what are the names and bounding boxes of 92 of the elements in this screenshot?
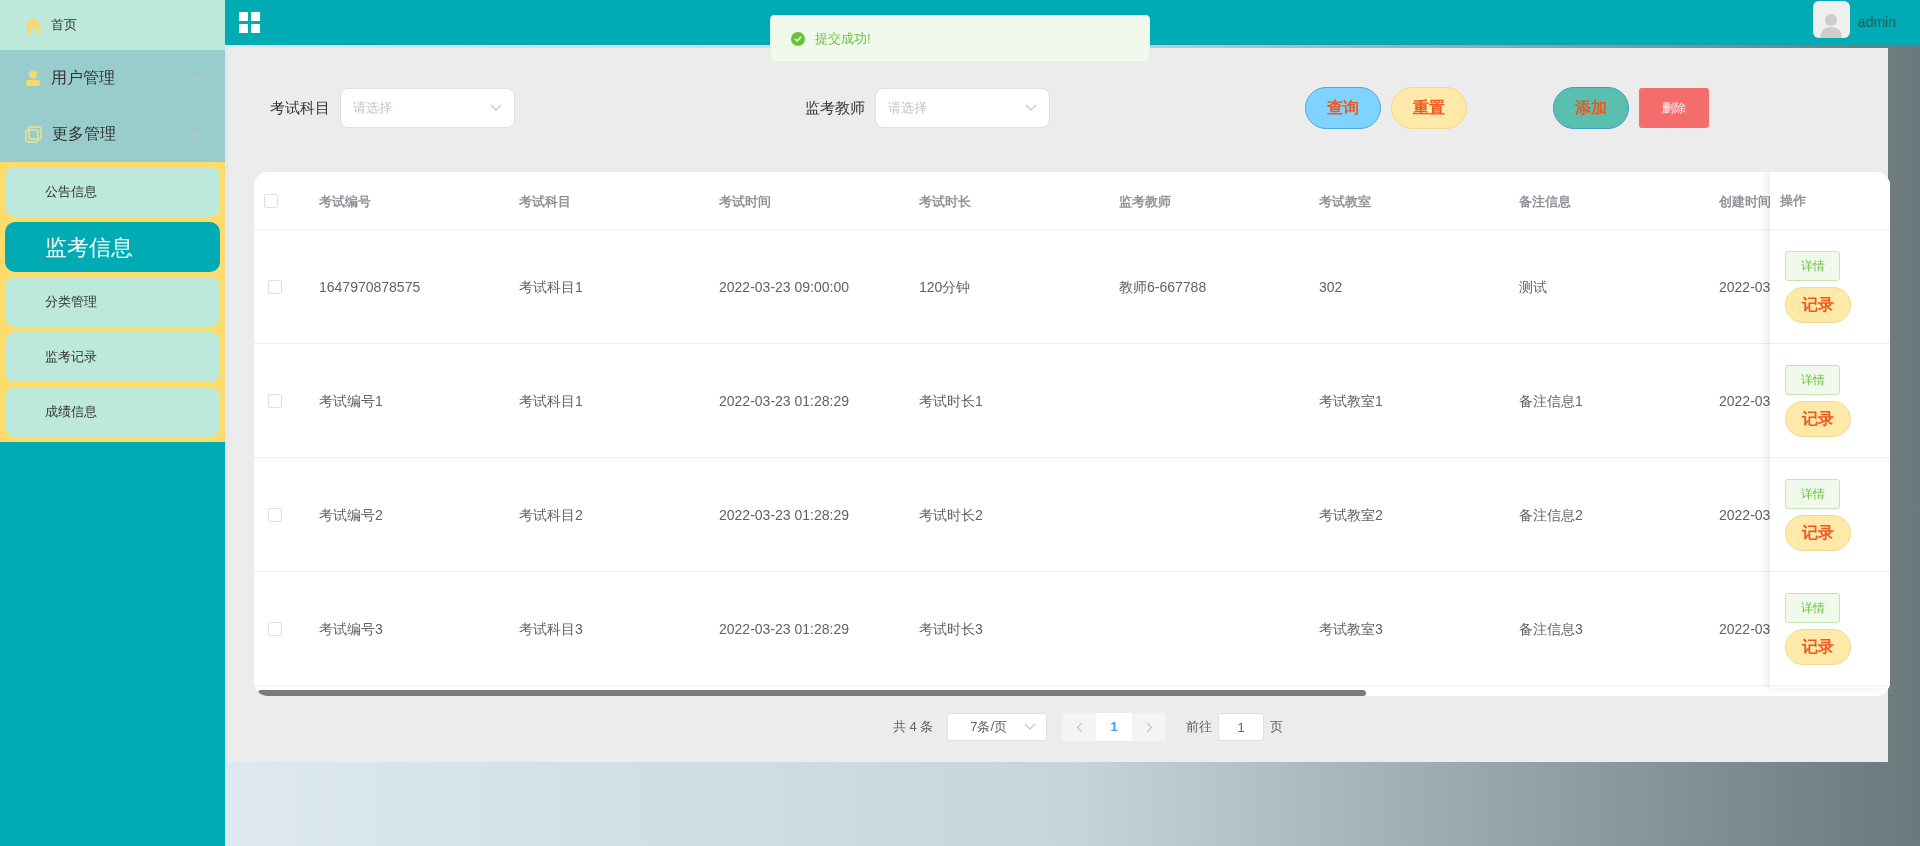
goto-label: 前往 <box>1186 718 1213 737</box>
table-cell: 2022-03 <box>1719 278 1771 295</box>
grid-menu-icon[interactable] <box>239 11 261 34</box>
table-cell: 1647970878575 <box>319 278 421 295</box>
submenu-item[interactable]: 监考记录 <box>5 332 220 382</box>
table-cell: 考试科目1 <box>519 392 583 409</box>
column-header: 创建时间 <box>1719 193 1771 209</box>
chevron-down-icon <box>189 74 201 82</box>
previous-page-button[interactable] <box>1062 713 1097 741</box>
table-cell: 考试时长3 <box>919 620 983 637</box>
chevron-down-icon <box>1024 723 1037 731</box>
submenu-item[interactable]: 公告信息 <box>5 167 220 217</box>
table-cell: 备注信息2 <box>1519 506 1583 523</box>
chevron-left-icon <box>1075 721 1083 733</box>
home-icon <box>25 17 41 33</box>
details-button[interactable]: 详情 <box>1785 478 1840 509</box>
table-cell: 2022-03 <box>1719 506 1771 523</box>
chevron-up-icon <box>189 130 201 138</box>
sidebar-item[interactable]: 首页 <box>0 0 225 50</box>
checkbox[interactable] <box>268 393 282 408</box>
toast-message: 提交成功! <box>815 29 871 48</box>
details-button[interactable]: 详情 <box>1785 250 1840 281</box>
column-header: 备注信息 <box>1519 193 1571 209</box>
check-circle-icon <box>791 31 805 46</box>
table-cell: 302 <box>1319 278 1343 295</box>
details-button[interactable]: 详情 <box>1785 364 1840 395</box>
chevron-right-icon <box>1145 721 1153 733</box>
page-number[interactable]: 1 <box>1096 713 1133 741</box>
table-cell: 备注信息1 <box>1519 392 1583 409</box>
delete-button[interactable]: 删除 <box>1639 88 1709 128</box>
record-button[interactable]: 记录 <box>1785 628 1851 665</box>
page-input[interactable]: 1 <box>1218 713 1265 741</box>
table-cell: 考试科目2 <box>519 506 583 523</box>
table-cell: 考试编号1 <box>319 392 383 409</box>
table-cell: 考试科目3 <box>519 620 583 637</box>
table-cell: 考试科目1 <box>519 278 583 295</box>
table-cell: 2022-03 <box>1719 392 1771 409</box>
user-icon <box>1819 12 1844 38</box>
table-cell: 备注信息3 <box>1519 620 1583 637</box>
column-header: 监考教师 <box>1119 193 1171 209</box>
record-button[interactable]: 记录 <box>1785 400 1851 437</box>
avatar[interactable] <box>1812 1 1850 38</box>
submenu-item[interactable]: 分类管理 <box>5 277 220 327</box>
chevron-down-icon <box>490 104 502 112</box>
column-header: 考试教室 <box>1319 193 1371 209</box>
page-size-select[interactable]: 7条/页 <box>947 713 1048 741</box>
page-suffix: 页 <box>1270 718 1284 737</box>
checkbox[interactable] <box>268 279 282 294</box>
field-label: 监考教师 <box>805 97 865 118</box>
table-cell: 2022-03-23 09:00:00 <box>719 278 849 295</box>
username[interactable]: admin <box>1857 12 1896 33</box>
sidebar-group[interactable]: 用户管理 <box>0 50 225 106</box>
table-cell: 教师6-667788 <box>1119 278 1207 295</box>
table-cell: 考试教室2 <box>1319 506 1383 523</box>
reset-button[interactable]: 重置 <box>1391 87 1467 129</box>
table-cell: 考试时长2 <box>919 506 983 523</box>
table-cell: 120分钟 <box>919 278 971 295</box>
checkbox[interactable] <box>268 507 282 522</box>
table-cell: 测试 <box>1519 278 1547 295</box>
field-label: 考试科目 <box>270 97 330 118</box>
table-cell: 考试教室3 <box>1319 620 1383 637</box>
submenu-item[interactable]: 监考信息 <box>5 222 220 272</box>
record-button[interactable]: 记录 <box>1785 514 1851 551</box>
column-header: 考试编号 <box>319 193 371 209</box>
chevron-down-icon <box>1025 104 1037 112</box>
column-header: 考试时间 <box>719 193 771 209</box>
query-button[interactable]: 查询 <box>1305 87 1381 129</box>
horizontal-scrollbar[interactable] <box>258 690 1366 696</box>
table-cell: 考试教室1 <box>1319 392 1383 409</box>
user-icon <box>25 70 41 86</box>
table-cell: 2022-03-23 01:28:29 <box>719 392 849 409</box>
details-button[interactable]: 详情 <box>1785 592 1840 623</box>
column-header: 考试科目 <box>519 193 571 209</box>
next-page-button[interactable] <box>1132 713 1167 741</box>
select-field[interactable]: 请选择 <box>340 88 515 128</box>
checkbox[interactable] <box>268 621 282 636</box>
table-cell: 2022-03-23 01:28:29 <box>719 506 849 523</box>
total-count: 共 4 条 <box>892 718 934 737</box>
table-cell: 考试时长1 <box>919 392 983 409</box>
record-button[interactable]: 记录 <box>1785 286 1851 323</box>
sidebar-group[interactable]: 更多管理 <box>0 106 225 162</box>
select-field[interactable]: 请选择 <box>875 88 1050 128</box>
table-cell: 考试编号2 <box>319 506 383 523</box>
column-header: 考试时长 <box>919 193 971 209</box>
column-header: 操作 <box>1780 191 1806 210</box>
table-cell: 考试编号3 <box>319 620 383 637</box>
table-cell: 2022-03-23 01:28:29 <box>719 620 849 637</box>
checkbox[interactable] <box>264 193 278 208</box>
table-cell: 2022-03 <box>1719 620 1771 637</box>
submenu-item[interactable]: 成绩信息 <box>5 387 220 437</box>
copy-icon <box>25 125 42 143</box>
add-button[interactable]: 添加 <box>1553 87 1629 129</box>
